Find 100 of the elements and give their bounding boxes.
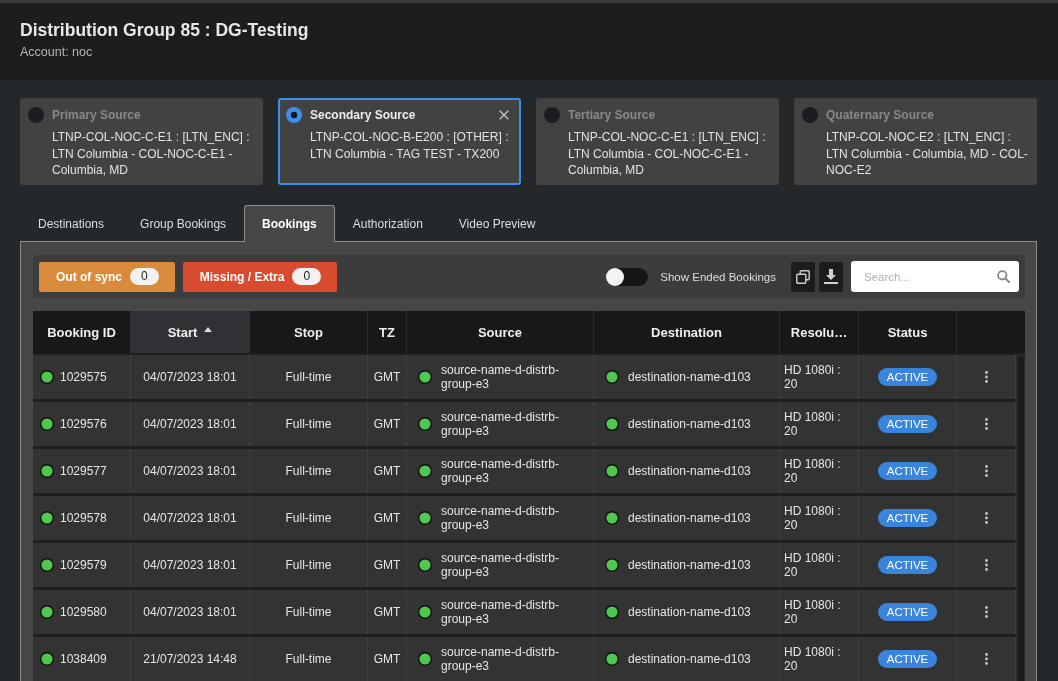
status-dot-icon [418,464,432,478]
tab[interactable]: Video Preview [440,205,554,242]
destination-name: destination-name-d103 [628,417,751,431]
status-badge: ACTIVE [877,368,938,386]
booking-id: 1029575 [60,370,107,384]
table-cell: GMT [368,355,407,399]
status-dot-icon [418,558,432,572]
source-card[interactable]: Tertiary Source LTNP-COL-NOC-C-E1 : [LTN_ENC] : LTN Columbia - COL-NOC-C-E1 - Columbia, MD [536,98,779,185]
table-cell: GMT [368,449,407,493]
close-icon[interactable] [499,110,509,120]
source-description: LTNP-COL-NOC-B-E200 : [OTHER] : LTN Columbia - TAG TEST - TX200 [310,129,510,162]
table-cell: Full-time [250,543,368,587]
vertical-dots-icon [984,606,988,618]
table-cell: Full-time [250,449,368,493]
tab[interactable]: Destinations [20,205,123,242]
table-cell: 04/07/2023 18:01 [131,355,250,399]
status-dot-icon [605,417,619,431]
source-name: source-name-d-distrb-group-e3 [441,645,561,673]
filter-button[interactable]: Out of sync 0 [39,261,175,292]
booking-id: 1029580 [60,605,107,619]
vertical-dots-icon [984,559,988,571]
status-badge: ACTIVE [877,462,938,480]
sort-ascending-icon [204,327,213,332]
table-cell: 04/07/2023 18:01 [131,402,250,446]
vertical-dots-icon [984,465,988,477]
booking-id: 1029576 [60,417,107,431]
resolution-text: HD 1080i : 20 [784,410,842,438]
window-title: Distribution Group 85 : DG-Testing [20,20,310,41]
status-dot-icon [605,464,619,478]
resolution-text: HD 1080i : 20 [784,551,842,579]
status-dot-icon [418,605,432,619]
status-dot-icon [40,652,54,666]
destination-name: destination-name-d103 [628,370,751,384]
toggle-label: Show Ended Bookings [660,270,776,283]
download-button[interactable] [819,261,843,292]
table-cell: 04/07/2023 18:01 [131,590,250,634]
status-dot-icon [418,511,432,525]
status-dot-icon [40,370,54,384]
source-title: Secondary Source [310,107,417,123]
destination-name: destination-name-d103 [628,652,751,666]
status-badge: ACTIVE [877,603,938,621]
toggle-switch[interactable] [606,267,649,286]
radio-button[interactable] [544,107,560,123]
destination-name: destination-name-d103 [628,558,751,572]
status-badge: ACTIVE [877,415,938,433]
status-badge: ACTIVE [877,650,938,668]
copy-button[interactable] [791,261,815,292]
status-dot-icon [605,511,619,525]
status-dot-icon [40,605,54,619]
resolution-text: HD 1080i : 20 [784,645,842,673]
search-icon [997,270,1010,283]
source-card[interactable]: Secondary Source LTNP-COL-NOC-B-E200 : [OTHER] : LTN Columbia - TAG TEST - TX200 [278,98,521,185]
source-title: Tertiary Source [568,107,657,123]
booking-id: 1029579 [60,558,107,572]
table-cell: GMT [368,637,407,681]
source-name: source-name-d-distrb-group-e3 [441,457,561,485]
count-badge: 0 [292,268,322,285]
table-cell: GMT [368,402,407,446]
table-cell: GMT [368,496,407,540]
status-dot-icon [418,417,432,431]
source-description: LTNP-COL-NOC-C-E1 : [LTN_ENC] : LTN Columbia - COL-NOC-C-E1 - Columbia, MD [568,129,767,179]
count-badge: 0 [130,268,159,285]
tab[interactable]: Group Bookings [122,205,245,242]
source-name: source-name-d-distrb-group-e3 [441,504,561,532]
column-header[interactable]: Start [131,311,250,353]
status-dot-icon [418,370,432,384]
filter-button[interactable]: Missing / Extra 0 [182,261,338,292]
vertical-dots-icon [984,371,988,383]
account-label: Account: noc [20,45,94,60]
radio-button[interactable] [286,107,302,123]
tab[interactable]: Authorization [334,205,441,242]
table-cell: 04/07/2023 18:01 [131,496,250,540]
table-cell: GMT [368,543,407,587]
resolution-text: HD 1080i : 20 [784,598,842,626]
status-dot-icon [605,605,619,619]
table-cell: GMT [368,590,407,634]
resolution-text: HD 1080i : 20 [784,363,842,391]
table-cell: 04/07/2023 18:01 [131,543,250,587]
vertical-dots-icon [984,418,988,430]
tab[interactable]: Bookings [244,205,335,242]
status-dot-icon [40,417,54,431]
status-dot-icon [40,511,54,525]
status-dot-icon [605,652,619,666]
destination-name: destination-name-d103 [628,464,751,478]
source-card[interactable]: Primary Source LTNP-COL-NOC-C-E1 : [LTN_ENC] : LTN Columbia - COL-NOC-C-E1 - Columbia, MD [20,98,263,185]
resolution-text: HD 1080i : 20 [784,457,842,485]
source-name: source-name-d-distrb-group-e3 [441,410,561,438]
search-field[interactable]: Search... [851,261,1019,292]
vertical-dots-icon [984,512,988,524]
radio-button[interactable] [802,107,818,123]
source-card[interactable]: Quaternary Source LTNP-COL-NOC-E2 : [LTN_ENC] : LTN Columbia - Columbia, MD - COL-NOC-E2 [794,98,1037,185]
table-cell: Full-time [250,355,368,399]
status-badge: ACTIVE [877,556,938,574]
booking-id: 1029578 [60,511,107,525]
source-description: LTNP-COL-NOC-E2 : [LTN_ENC] : LTN Columbia - Columbia, MD - COL-NOC-E2 [826,129,1029,179]
destination-name: destination-name-d103 [628,511,751,525]
source-name: source-name-d-distrb-group-e3 [441,551,561,579]
status-dot-icon [40,464,54,478]
radio-button[interactable] [28,107,44,123]
status-dot-icon [40,558,54,572]
